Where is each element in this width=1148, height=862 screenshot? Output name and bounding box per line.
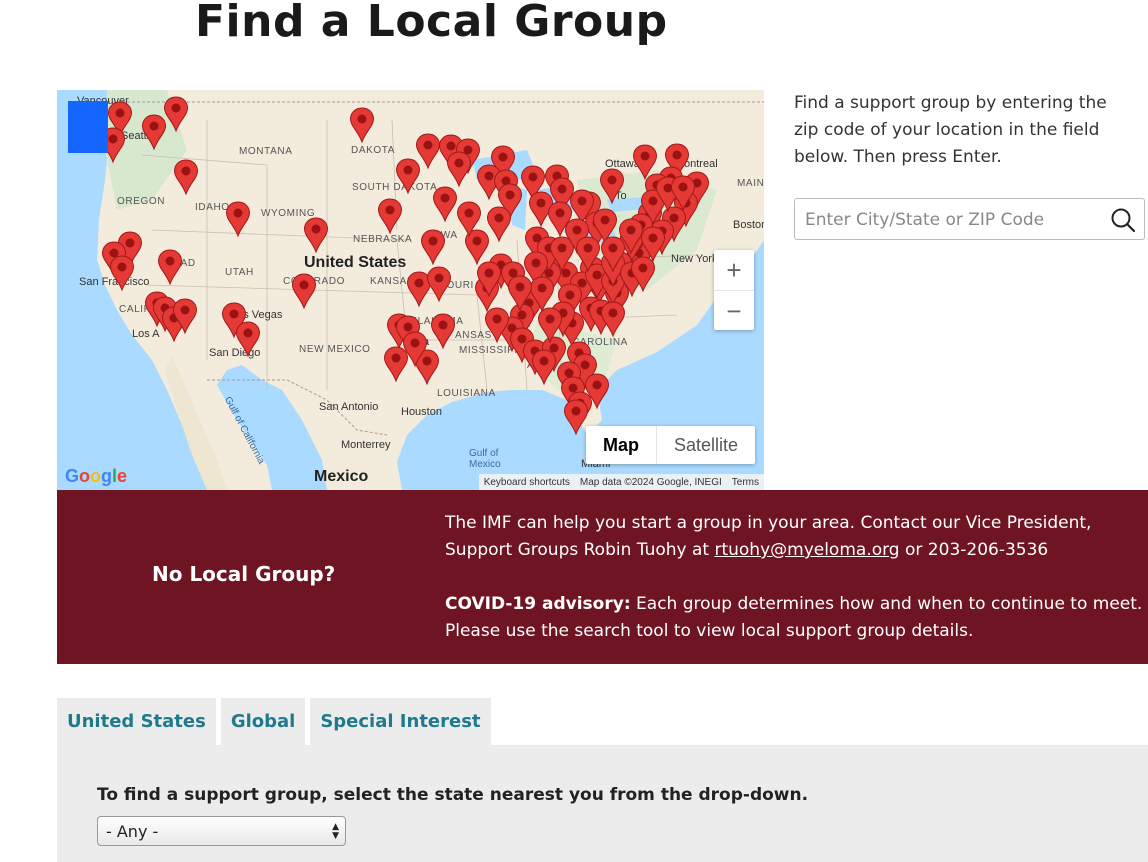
select-arrows-icon: ▲ ▼ [332, 822, 339, 841]
zoom-control[interactable]: + − [714, 250, 754, 330]
location-search[interactable] [794, 198, 1145, 240]
page-title: Find a Local Group [195, 0, 668, 47]
map-pin-icon[interactable] [173, 159, 199, 196]
map-pin-icon[interactable] [430, 313, 456, 350]
tab-united-states[interactable]: United States [57, 698, 216, 745]
search-icon[interactable] [1110, 207, 1136, 233]
map-pin-icon[interactable] [531, 349, 557, 386]
tab-global[interactable]: Global [220, 698, 306, 745]
map-pin-icon[interactable] [415, 133, 441, 170]
region-tabs: United States Global Special Interest [57, 698, 491, 745]
map-pin-icon[interactable] [537, 307, 563, 344]
terms-link[interactable]: Terms [727, 477, 764, 488]
state-select-value: - Any - [106, 821, 159, 841]
map[interactable]: Vancouver Seattle MONTANA DAKOTA SOUTH D… [57, 90, 764, 490]
google-logo: Google [65, 466, 128, 486]
map-pin-icon[interactable] [600, 301, 626, 338]
map-pin-icon[interactable] [157, 249, 183, 286]
tab-panel: To find a support group, select the stat… [57, 745, 1148, 862]
map-pin-icon[interactable] [303, 217, 329, 254]
map-pin-icon[interactable] [395, 158, 421, 195]
state-select-label: To find a support group, select the stat… [97, 785, 809, 805]
keyboard-shortcuts-link[interactable]: Keyboard shortcuts [479, 477, 575, 488]
map-type-control[interactable]: Map Satellite [586, 426, 756, 464]
map-pin-icon[interactable] [486, 206, 512, 243]
location-marker[interactable] [68, 101, 108, 153]
covid-advisory: COVID-19 advisory: Each group determines… [445, 591, 1145, 645]
map-pin-icon[interactable] [235, 321, 261, 358]
map-type-map-button[interactable]: Map [586, 426, 657, 464]
map-pin-icon[interactable] [383, 346, 409, 383]
map-data-text: Map data ©2024 Google, INEGI [579, 476, 722, 488]
map-pin-icon[interactable] [420, 229, 446, 266]
email-link[interactable]: rtuohy@myeloma.org [714, 540, 899, 560]
map-pin-icon[interactable] [109, 255, 135, 292]
map-pin-icon[interactable] [141, 114, 167, 151]
map-pin-icon[interactable] [225, 201, 251, 238]
map-pin-icon[interactable] [563, 399, 589, 436]
map-pin-icon[interactable] [349, 107, 375, 144]
map-pin-icon[interactable] [291, 273, 317, 310]
banner-heading: No Local Group? [152, 562, 336, 586]
banner-text: The IMF can help you start a group in yo… [445, 510, 1145, 672]
covid-label: COVID-19 advisory: [445, 594, 631, 614]
map-type-satellite-button[interactable]: Satellite [657, 426, 755, 464]
map-pin-icon[interactable] [599, 168, 625, 205]
search-input[interactable] [803, 207, 1097, 233]
intro-text: Find a support group by entering the zip… [794, 93, 1107, 167]
map-pin-icon[interactable] [377, 198, 403, 235]
zoom-out-button[interactable]: − [714, 291, 754, 331]
map-pin-icon[interactable] [632, 144, 658, 181]
state-select[interactable]: - Any - ▲ ▼ [97, 816, 346, 846]
map-pin-icon[interactable] [432, 186, 458, 223]
tab-special-interest[interactable]: Special Interest [310, 698, 491, 745]
map-pin-icon[interactable] [426, 266, 452, 303]
banner-contact-paragraph: The IMF can help you start a group in yo… [445, 510, 1145, 564]
map-pin-icon[interactable] [446, 151, 472, 188]
map-attribution: Keyboard shortcuts Map data ©2024 Google… [478, 474, 764, 490]
banner-phone-text: or 203-206-3536 [899, 540, 1049, 560]
map-pin-icon[interactable] [163, 96, 189, 133]
no-local-group-banner: No Local Group? The IMF can help you sta… [57, 490, 1148, 664]
zoom-in-button[interactable]: + [714, 250, 754, 291]
